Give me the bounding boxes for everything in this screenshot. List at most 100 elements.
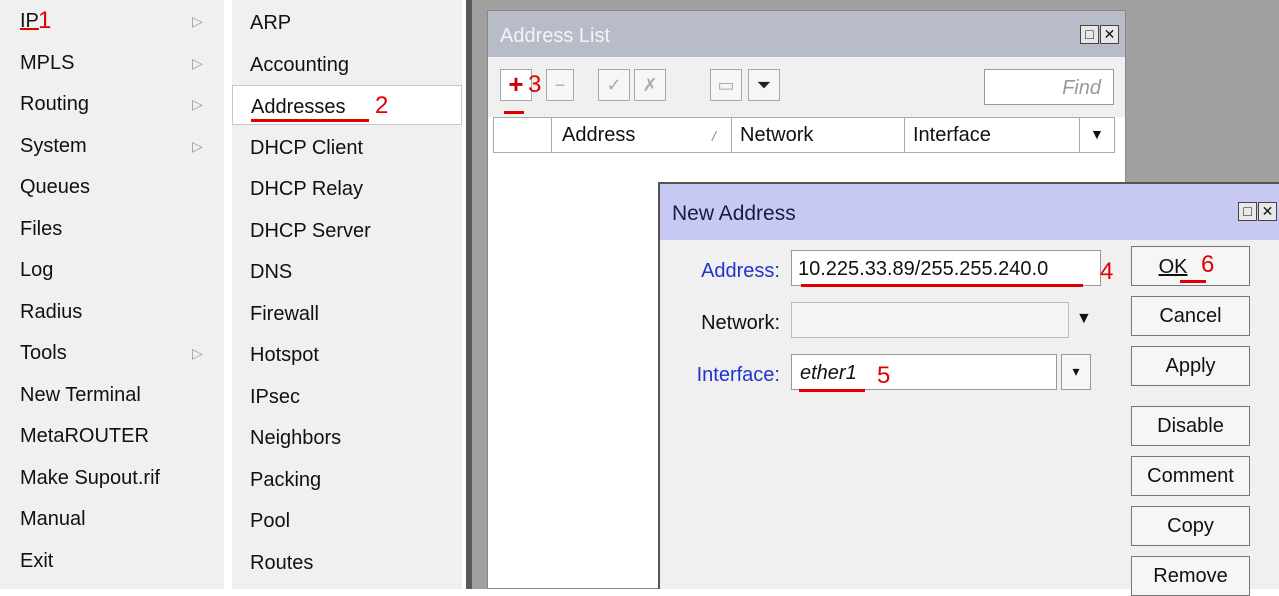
submenu-arrow-icon: ▷ bbox=[192, 13, 203, 29]
submenu-arrow-icon: ▷ bbox=[192, 54, 203, 71]
submenu-item-routes[interactable]: Routes bbox=[232, 542, 462, 582]
column-flag[interactable] bbox=[494, 118, 552, 152]
address-value: 10.225.33.89/255.255.240.0 bbox=[798, 258, 1049, 280]
close-icon[interactable]: ✕ bbox=[1100, 25, 1119, 44]
submenu-item-label: Packing bbox=[250, 468, 322, 491]
comment-button[interactable]: Comment bbox=[1131, 456, 1250, 496]
maximize-icon[interactable]: □ bbox=[1238, 202, 1257, 221]
remove-button[interactable]: Remove bbox=[1131, 556, 1250, 596]
step-annotation-1: 1 bbox=[38, 7, 52, 34]
step-annotation-6: 6 bbox=[1201, 251, 1215, 278]
annotation-underline bbox=[1180, 280, 1206, 283]
enable-button[interactable]: ✓ bbox=[598, 69, 630, 101]
menu-item-queues[interactable]: Queues bbox=[0, 168, 224, 209]
menu-item-label: Queues bbox=[20, 176, 91, 198]
menu-item-exit[interactable]: Exit bbox=[0, 542, 224, 583]
submenu-item-pool[interactable]: Pool bbox=[232, 500, 462, 540]
interface-select[interactable]: ether1 bbox=[791, 354, 1057, 390]
submenu-item-dns[interactable]: DNS bbox=[232, 251, 462, 291]
minus-icon: − bbox=[554, 75, 566, 95]
submenu-item-label: Pool bbox=[250, 510, 291, 532]
menu-item-metarouter[interactable]: MetaROUTER bbox=[0, 417, 224, 458]
submenu-item-label: IPsec bbox=[250, 385, 301, 408]
menu-item-label: Log bbox=[20, 259, 54, 281]
menu-item-manual[interactable]: Manual bbox=[0, 500, 224, 541]
network-input[interactable] bbox=[791, 302, 1069, 338]
submenu-item-hotspot[interactable]: Hotspot bbox=[232, 334, 462, 374]
submenu-item-label: Accounting bbox=[250, 53, 349, 76]
submenu-item-neighbors[interactable]: Neighbors bbox=[232, 417, 462, 457]
submenu-item-label: Neighbors bbox=[250, 427, 342, 449]
column-address[interactable]: Address / bbox=[552, 118, 732, 152]
menu-item-routing[interactable]: Routing ▷ bbox=[0, 85, 224, 126]
menu-item-make-supout-rif[interactable]: Make Supout.rif bbox=[0, 459, 224, 500]
columns-dropdown[interactable]: ▼ bbox=[1080, 118, 1114, 152]
submenu-item-packing[interactable]: Packing bbox=[232, 459, 462, 499]
interface-dropdown-button[interactable]: ▾ bbox=[1061, 354, 1091, 390]
menu-item-mpls[interactable]: MPLS ▷ bbox=[0, 44, 224, 85]
submenu-arrow-icon: ▷ bbox=[192, 137, 203, 154]
menu-item-radius[interactable]: Radius bbox=[0, 293, 224, 334]
menu-item-label: Make Supout.rif bbox=[20, 466, 161, 489]
menu-item-system[interactable]: System ▷ bbox=[0, 127, 224, 168]
address-list-title: Address List bbox=[500, 25, 611, 47]
address-input[interactable]: 10.225.33.89/255.255.240.0 bbox=[791, 250, 1101, 286]
new-address-title: New Address bbox=[672, 202, 796, 225]
network-label: Network: bbox=[701, 312, 780, 334]
step-annotation-5: 5 bbox=[877, 362, 891, 389]
address-list-toolbar: + 3 − ✓ ✗ ▭ ⏷ Find bbox=[488, 57, 1125, 117]
submenu-item-dhcp-server[interactable]: DHCP Server bbox=[232, 210, 462, 250]
menu-item-label: MetaROUTER bbox=[20, 425, 149, 447]
menu-item-ip[interactable]: IP 1 ▷ bbox=[0, 2, 224, 43]
submenu-item-dhcp-relay[interactable]: DHCP Relay bbox=[232, 168, 462, 208]
submenu-item-ipsec[interactable]: IPsec bbox=[232, 376, 462, 416]
submenu-item-label: Routes bbox=[250, 551, 314, 574]
submenu-item-firewall[interactable]: Firewall bbox=[232, 293, 462, 333]
find-input[interactable]: Find bbox=[984, 69, 1114, 105]
close-icon[interactable]: ✕ bbox=[1258, 202, 1277, 221]
apply-button[interactable]: Apply bbox=[1131, 346, 1250, 386]
interface-value: ether1 bbox=[800, 362, 857, 384]
address-list-titlebar[interactable]: Address List □ ✕ bbox=[488, 11, 1125, 57]
submenu-item-label: Firewall bbox=[250, 302, 319, 325]
comment-button[interactable]: ▭ bbox=[710, 69, 742, 101]
menu-item-label: Files bbox=[20, 217, 63, 240]
submenu-item-label: DHCP Client bbox=[250, 136, 363, 159]
filter-icon: ⏷ bbox=[756, 75, 772, 95]
submenu-item-addresses[interactable]: Addresses 2 bbox=[232, 85, 462, 125]
cross-icon: ✗ bbox=[642, 75, 658, 95]
submenu-item-label: Addresses bbox=[251, 96, 346, 118]
note-icon: ▭ bbox=[717, 75, 735, 95]
network-dropdown-icon[interactable]: ▼ bbox=[1076, 310, 1092, 328]
remove-button[interactable]: − bbox=[546, 69, 574, 101]
menu-item-files[interactable]: Files bbox=[0, 210, 224, 251]
submenu-item-label: Hotspot bbox=[250, 344, 319, 366]
submenu-item-arp[interactable]: ARP bbox=[232, 2, 462, 42]
menu-item-tools[interactable]: Tools ▷ bbox=[0, 334, 224, 375]
column-interface[interactable]: Interface bbox=[905, 118, 1080, 152]
submenu-item-dhcp-client[interactable]: DHCP Client bbox=[232, 127, 462, 167]
new-address-titlebar[interactable]: New Address □ ✕ bbox=[660, 184, 1279, 240]
column-network[interactable]: Network bbox=[732, 118, 905, 152]
filter-button[interactable]: ⏷ bbox=[748, 69, 780, 101]
chevron-down-icon: ▾ bbox=[1072, 363, 1080, 379]
copy-button[interactable]: Copy bbox=[1131, 506, 1250, 546]
step-annotation-2: 2 bbox=[375, 92, 389, 119]
menu-item-label: Manual bbox=[20, 508, 86, 530]
cancel-button[interactable]: Cancel bbox=[1131, 296, 1250, 336]
menu-item-new-terminal[interactable]: New Terminal bbox=[0, 376, 224, 417]
menu-item-label: System bbox=[20, 134, 87, 157]
submenu-arrow-icon: ▷ bbox=[192, 96, 203, 112]
menu-item-label: IP bbox=[20, 10, 39, 32]
submenu-item-label: DNS bbox=[250, 261, 293, 283]
disable-button[interactable]: ✗ bbox=[634, 69, 666, 101]
maximize-icon[interactable]: □ bbox=[1080, 25, 1099, 44]
submenu-arrow-icon: ▷ bbox=[192, 345, 203, 361]
menu-item-log[interactable]: Log bbox=[0, 251, 224, 292]
menu-item-label: Radius bbox=[20, 300, 83, 323]
step-annotation-4: 4 bbox=[1100, 258, 1114, 285]
menu-item-label: Routing bbox=[20, 93, 89, 115]
disable-button[interactable]: Disable bbox=[1131, 406, 1250, 446]
submenu-item-accounting[interactable]: Accounting bbox=[232, 44, 462, 84]
address-list-header: Address / Network Interface ▼ bbox=[493, 117, 1115, 153]
